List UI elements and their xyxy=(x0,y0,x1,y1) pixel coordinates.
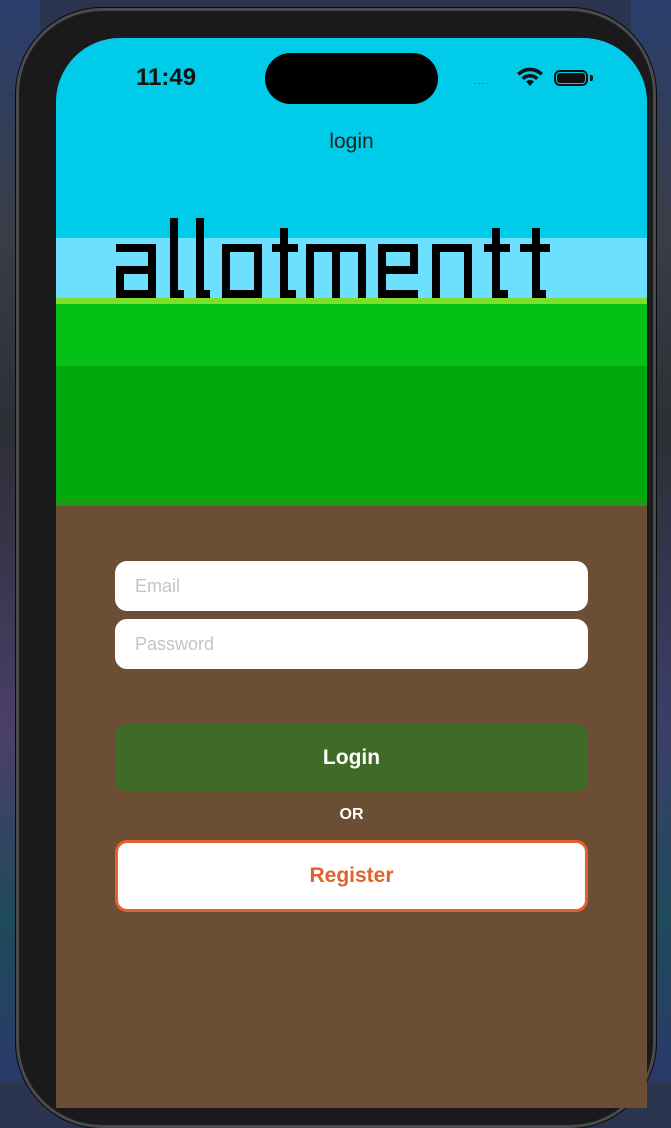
email-input[interactable] xyxy=(115,561,588,611)
password-input[interactable] xyxy=(115,619,588,669)
grass-bottom-band xyxy=(56,366,647,506)
login-button[interactable]: Login xyxy=(115,724,588,792)
dynamic-island xyxy=(265,53,438,104)
grass-top-band xyxy=(56,298,647,372)
wifi-icon xyxy=(517,67,543,86)
status-time: 11:49 xyxy=(136,64,197,91)
nav-title: login xyxy=(329,130,374,153)
or-separator: OR xyxy=(339,806,364,823)
phone-frame: 11:49 .... login allotment xyxy=(16,8,656,1128)
battery-icon xyxy=(554,70,588,86)
allotment-logo: allotment xyxy=(116,218,550,298)
app-screen: 11:49 .... login allotment xyxy=(56,38,647,1108)
battery-nub xyxy=(590,75,593,81)
register-button[interactable]: Register xyxy=(115,840,588,912)
cellular-signal-icon: .... xyxy=(474,76,490,87)
